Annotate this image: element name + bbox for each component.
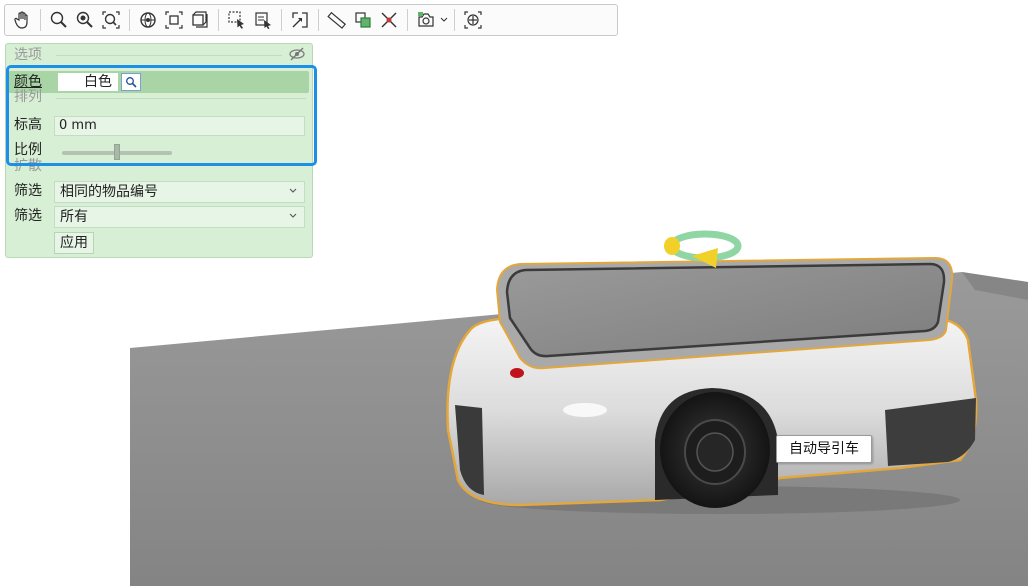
zoom-button[interactable] [47, 8, 71, 32]
toolbar-separator [281, 9, 282, 31]
chevron-down-icon [289, 213, 297, 218]
filter-label: 筛选 [14, 183, 42, 199]
object-tooltip: 自动导引车 [776, 435, 872, 463]
filter-dropdown-item-number[interactable]: 相同的物品编号 [54, 181, 305, 203]
scale-label: 比例 [14, 142, 42, 158]
measure-button[interactable] [325, 8, 349, 32]
select-box-icon [228, 11, 244, 29]
section-title-expand: 扩散 [14, 158, 42, 174]
bounding-box-button[interactable] [288, 8, 312, 32]
camera-dropdown[interactable] [439, 8, 449, 32]
color-row: 颜色 白色 [8, 71, 309, 93]
scale-slider-thumb[interactable] [114, 144, 120, 160]
elevation-label: 标高 [14, 117, 42, 133]
globe-view-button[interactable] [136, 8, 160, 32]
hide-button[interactable] [377, 8, 401, 32]
bounding-box-icon [292, 12, 308, 28]
filter-dropdown-scope[interactable]: 所有 [54, 206, 305, 228]
section-divider [56, 55, 282, 56]
camera-icon [418, 12, 434, 27]
chevron-down-icon [440, 17, 448, 22]
view-toolbar [4, 4, 618, 36]
filter-dropdown-value: 相同的物品编号 [60, 184, 158, 200]
zoom-extents-icon [102, 11, 120, 29]
zoom-plus-icon [76, 11, 93, 28]
globe-view-icon [140, 12, 156, 28]
toolbar-separator [407, 9, 408, 31]
fit-all-button[interactable] [188, 8, 212, 32]
magnifier-icon [126, 77, 137, 88]
select-box-button[interactable] [225, 8, 249, 32]
center-button[interactable] [461, 8, 485, 32]
toolbar-separator [40, 9, 41, 31]
hide-eye-icon[interactable] [288, 46, 306, 62]
select-window-button[interactable] [251, 8, 275, 32]
toolbar-separator [454, 9, 455, 31]
fit-selection-button[interactable] [162, 8, 186, 32]
select-window-icon [255, 12, 271, 29]
chevron-down-icon [289, 188, 297, 193]
zoom-extents-button[interactable] [99, 8, 123, 32]
filter-label: 筛选 [14, 208, 42, 224]
section-title-arrange: 排列 [14, 89, 42, 105]
color-value-field[interactable]: 白色 [58, 73, 118, 91]
fit-selection-icon [165, 11, 183, 29]
toolbar-separator [218, 9, 219, 31]
elevation-field[interactable]: 0 mm [54, 116, 305, 136]
center-target-icon [464, 11, 482, 29]
toolbar-separator [318, 9, 319, 31]
options-panel: 选项 颜色 白色 排列 标高 0 mm 比例 扩散 筛选 相同的物品编号 筛选 … [5, 43, 313, 258]
filter-dropdown-value: 所有 [60, 209, 88, 225]
color-picker-button[interactable] [121, 73, 141, 91]
fit-all-icon [192, 11, 208, 28]
section-title-options: 选项 [14, 47, 42, 63]
pan-button[interactable] [10, 8, 34, 32]
indicator-light [510, 368, 524, 378]
apply-button[interactable]: 应用 [54, 232, 94, 254]
zoom-icon [50, 11, 67, 28]
measure-ruler-icon [327, 11, 347, 29]
hide-x-icon [381, 12, 397, 28]
camera-button[interactable] [414, 8, 438, 32]
zoom-in-button[interactable] [73, 8, 97, 32]
section-divider [56, 98, 306, 99]
section-copy-button[interactable] [351, 8, 375, 32]
section-copy-icon [355, 12, 371, 28]
toolbar-separator [129, 9, 130, 31]
pan-hand-icon [14, 11, 28, 29]
